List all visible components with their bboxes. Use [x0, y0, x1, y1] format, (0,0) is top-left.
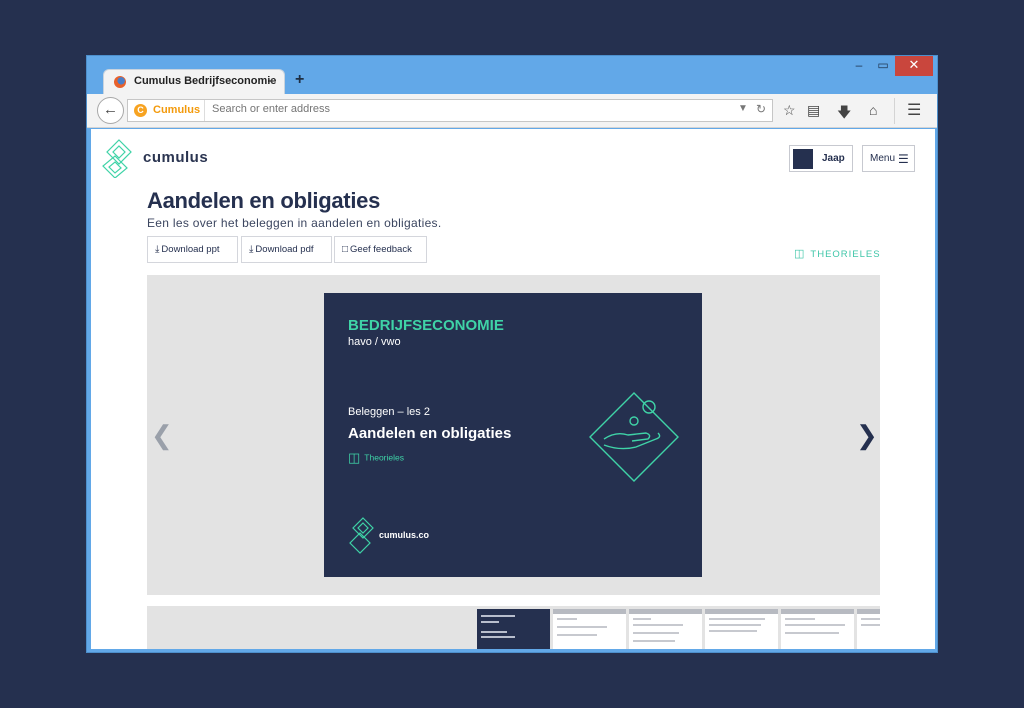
- close-window-button[interactable]: ✕: [895, 56, 933, 76]
- slide-thumbnail[interactable]: [705, 609, 778, 649]
- cumulus-logo-icon: [349, 517, 374, 554]
- download-icon: ⤓: [249, 244, 254, 255]
- current-slide: BEDRIJFSECONOMIE havo / vwo Beleggen – l…: [324, 293, 702, 577]
- chevron-left-icon[interactable]: ❮: [151, 420, 173, 451]
- thumbnail-strip: [147, 606, 880, 649]
- download-ppt-label: Download ppt: [161, 244, 220, 255]
- slide-lesson: Beleggen – les 2: [348, 406, 430, 418]
- address-input[interactable]: [212, 103, 712, 115]
- download-icon[interactable]: 🡇: [837, 102, 851, 126]
- hand-coin-icon: [589, 392, 679, 482]
- slide-subject: BEDRIJFSECONOMIE: [348, 317, 504, 334]
- slide-thumbnail[interactable]: [629, 609, 702, 649]
- download-ppt-button[interactable]: ⤓ Download ppt: [147, 236, 238, 263]
- title-bar: – ▭ ✕ Cumulus Bedrijfseconomie × +: [87, 56, 937, 94]
- download-pdf-button[interactable]: ⤓ Download pdf: [241, 236, 332, 263]
- lesson-type-text: THEORIELES: [810, 249, 881, 260]
- slide-site-url: cumulus.co: [379, 530, 430, 540]
- navigation-toolbar: ← C Cumulus ▼ ↻ ☆ ▤ 🡇 ⌂ ☰: [87, 94, 937, 128]
- slide-tag: ◫ Theorieles: [348, 450, 404, 466]
- user-name: Jaap: [822, 153, 845, 164]
- chevron-right-icon[interactable]: ❯: [856, 420, 878, 451]
- slide-thumbnail[interactable]: [553, 609, 626, 649]
- firefox-icon: [114, 76, 126, 88]
- presentation-board-icon: ◫: [348, 450, 361, 465]
- reload-icon[interactable]: ↻: [756, 102, 766, 116]
- page-title: Aandelen en obligaties: [147, 188, 381, 213]
- clipboard-icon[interactable]: ▤: [807, 102, 820, 119]
- download-pdf-label: Download pdf: [255, 244, 314, 255]
- star-icon[interactable]: ☆: [783, 102, 796, 119]
- page-subtitle: Een les over het beleggen in aandelen en…: [147, 216, 442, 230]
- url-bar[interactable]: C Cumulus ▼ ↻: [127, 99, 773, 122]
- slide-title: Aandelen en obligaties: [348, 425, 512, 442]
- page-content: cumulus Jaap Menu ☰ Aandelen en obligati…: [91, 129, 935, 649]
- tab-close-icon[interactable]: ×: [267, 74, 274, 88]
- minimize-button[interactable]: –: [849, 56, 869, 76]
- browser-tab[interactable]: Cumulus Bedrijfseconomie ×: [103, 69, 285, 94]
- user-button[interactable]: Jaap: [789, 145, 853, 172]
- slide-thumbnail[interactable]: [857, 609, 880, 649]
- site-identity-label: Cumulus: [153, 104, 201, 116]
- hamburger-icon: ☰: [898, 152, 909, 166]
- maximize-button[interactable]: ▭: [873, 56, 893, 76]
- site-identity[interactable]: C Cumulus: [128, 100, 205, 121]
- brand-name[interactable]: cumulus: [143, 149, 208, 166]
- menu-button[interactable]: Menu ☰: [862, 145, 915, 172]
- lesson-type-label: ◫ THEORIELES: [794, 247, 881, 260]
- tab-title: Cumulus Bedrijfseconomie: [134, 75, 277, 87]
- slide-level: havo / vwo: [348, 336, 401, 348]
- feedback-label: Geef feedback: [350, 244, 412, 255]
- home-icon[interactable]: ⌂: [869, 102, 877, 118]
- slide-tag-text: Theorieles: [364, 452, 404, 463]
- toolbar-divider: [894, 98, 895, 124]
- slide-thumbnail[interactable]: [477, 609, 550, 649]
- slide-thumbnail[interactable]: [781, 609, 854, 649]
- browser-window: – ▭ ✕ Cumulus Bedrijfseconomie × + ← C C…: [86, 55, 938, 653]
- slide-viewer: ❮ ❯ BEDRIJFSECONOMIE havo / vwo Beleggen…: [147, 275, 880, 595]
- cumulus-site-icon: C: [134, 104, 147, 117]
- menu-label: Menu: [870, 153, 896, 164]
- arrow-left-icon: ←: [103, 101, 118, 118]
- chat-bubble-icon: □: [342, 244, 349, 255]
- new-tab-button[interactable]: +: [295, 71, 304, 89]
- hamburger-icon[interactable]: ☰: [907, 100, 921, 120]
- dropdown-arrow-icon[interactable]: ▼: [738, 103, 748, 114]
- download-icon: ⤓: [155, 244, 160, 255]
- presentation-board-icon: ◫: [794, 248, 806, 260]
- feedback-button[interactable]: □ Geef feedback: [334, 236, 427, 263]
- avatar: [793, 149, 813, 169]
- cumulus-logo-icon[interactable]: [101, 138, 137, 178]
- back-button[interactable]: ←: [97, 97, 124, 124]
